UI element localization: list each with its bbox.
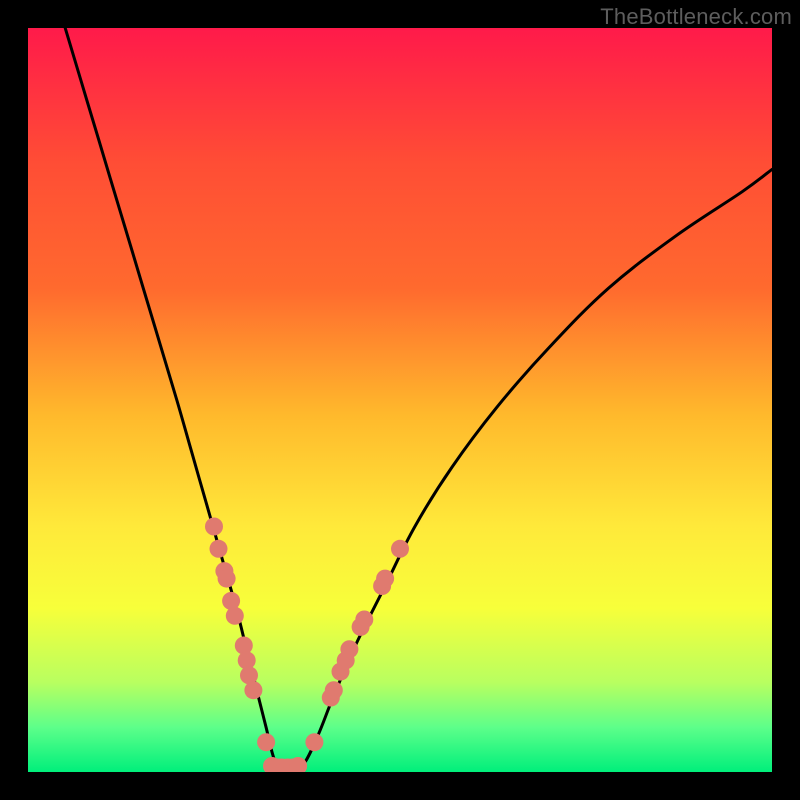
data-marker [340, 640, 358, 658]
data-marker [325, 681, 343, 699]
data-marker [244, 681, 262, 699]
data-marker [376, 570, 394, 588]
attribution-text: TheBottleneck.com [600, 4, 792, 30]
gradient-bg [28, 28, 772, 772]
data-marker [355, 611, 373, 629]
data-marker [218, 570, 236, 588]
data-marker [235, 637, 253, 655]
data-marker [226, 607, 244, 625]
data-marker [391, 540, 409, 558]
data-marker [305, 733, 323, 751]
data-marker [257, 733, 275, 751]
chart-svg [28, 28, 772, 772]
black-frame: TheBottleneck.com [0, 0, 800, 800]
data-marker [205, 518, 223, 536]
data-marker [210, 540, 228, 558]
plot-area [28, 28, 772, 772]
